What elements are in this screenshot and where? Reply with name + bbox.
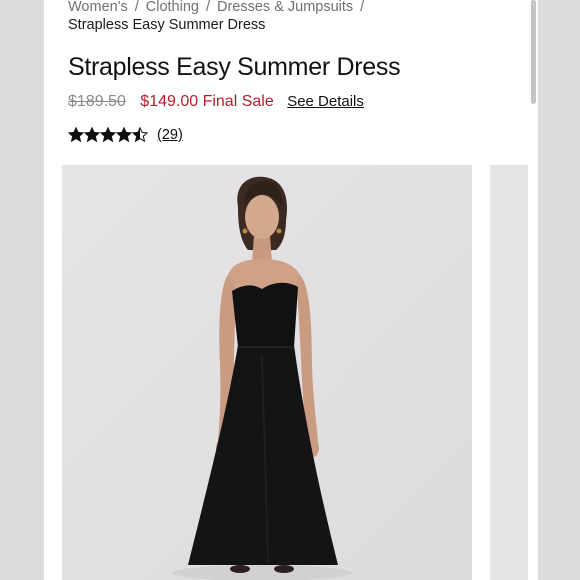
star-full-icon — [84, 127, 100, 143]
breadcrumb-separator: / — [360, 0, 365, 15]
left-frame-margin — [0, 0, 44, 580]
product-title: Strapless Easy Summer Dress — [68, 53, 401, 81]
sale-price: $149.00 Final Sale — [140, 93, 274, 110]
star-half-icon — [132, 127, 148, 143]
breadcrumb-current: Strapless Easy Summer Dress — [68, 17, 266, 33]
price-row: $189.50 $149.00 Final Sale See Details — [68, 92, 364, 112]
breadcrumb-item-womens[interactable]: Women's — [68, 0, 128, 15]
star-full-icon — [68, 127, 84, 143]
review-count-link[interactable]: (29) — [157, 127, 183, 143]
original-price: $189.50 — [68, 93, 126, 110]
breadcrumb-item-dresses-jumpsuits[interactable]: Dresses & Jumpsuits — [217, 0, 353, 15]
star-rating[interactable] — [68, 127, 148, 143]
scrollbar-thumb[interactable] — [531, 0, 536, 104]
star-full-icon — [116, 127, 132, 143]
star-full-icon — [100, 127, 116, 143]
right-frame-margin — [538, 0, 580, 580]
see-details-link[interactable]: See Details — [287, 93, 364, 110]
breadcrumb-separator: / — [205, 0, 210, 15]
dress-photo-icon — [62, 165, 472, 580]
product-page: Women's / Clothing / Dresses & Jumpsuits / St… — [44, 0, 528, 580]
next-product-image-peek[interactable] — [490, 165, 528, 580]
rating-row: (29) — [68, 125, 183, 145]
product-image[interactable] — [62, 165, 472, 580]
breadcrumb-item-clothing[interactable]: Clothing — [146, 0, 199, 15]
breadcrumb-separator: / — [134, 0, 139, 15]
